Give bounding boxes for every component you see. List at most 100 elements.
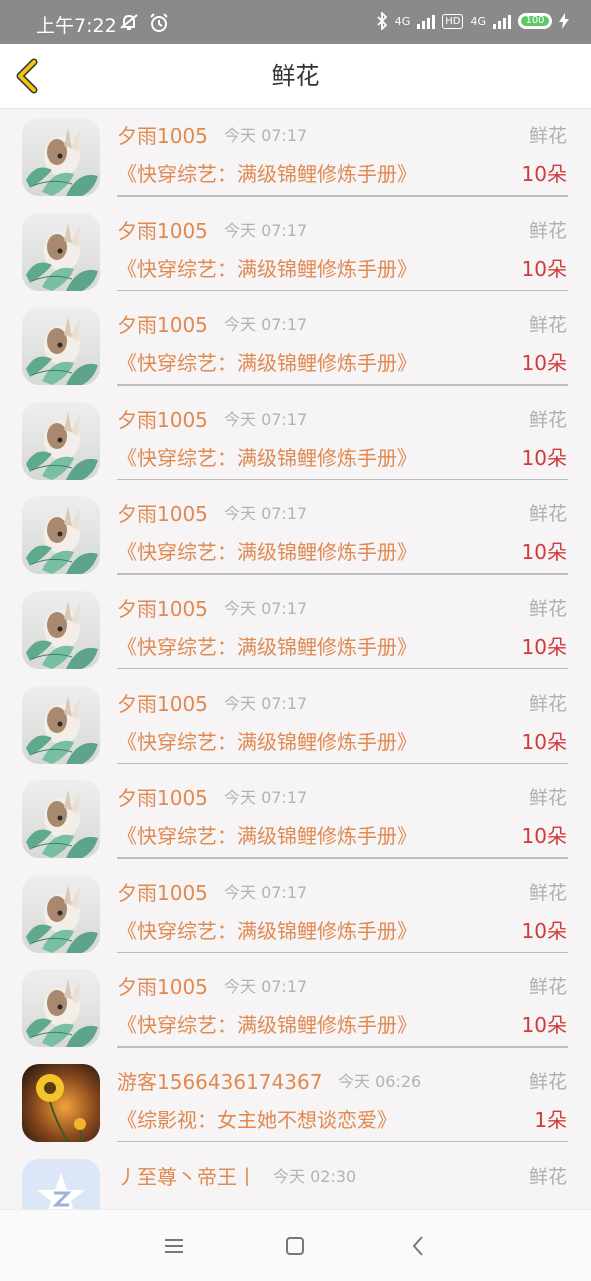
- avatar[interactable]: [22, 874, 100, 953]
- book-title[interactable]: 《快穿综艺：满级锦鲤修炼手册》: [117, 918, 417, 944]
- bluetooth-icon: [377, 12, 387, 30]
- user-name[interactable]: 丿至尊丶帝王丨: [117, 1164, 257, 1190]
- gift-type: 鲜花: [528, 976, 567, 999]
- user-name[interactable]: 夕雨1005: [117, 880, 208, 906]
- user-name[interactable]: 夕雨1005: [117, 785, 208, 811]
- system-nav-bar: [0, 1209, 591, 1281]
- row-divider: [117, 951, 568, 954]
- user-name[interactable]: 夕雨1005: [117, 123, 208, 149]
- gift-type: 鲜花: [528, 787, 567, 810]
- book-title[interactable]: 《快穿综艺：满级锦鲤修炼手册》: [117, 823, 417, 849]
- row-divider: [117, 573, 568, 575]
- timestamp: 今天 07:17: [224, 598, 308, 618]
- gift-type: 鲜花: [528, 125, 567, 147]
- gift-type: 鲜花: [528, 597, 567, 620]
- list-item[interactable]: 夕雨1005 今天 07:17 鲜花《快穿综艺：满级锦鲤修炼手册》 10朵: [0, 582, 591, 677]
- avatar[interactable]: [22, 1063, 100, 1142]
- user-name[interactable]: 夕雨1005: [117, 407, 208, 433]
- book-title[interactable]: 《快穿综艺：满级锦鲤修炼手册》: [117, 350, 417, 376]
- avatar[interactable]: [22, 685, 100, 764]
- gift-count: 10朵: [521, 1013, 567, 1038]
- signal-icon-2: [493, 13, 511, 29]
- gift-count: 10朵: [521, 162, 567, 186]
- page-title: 鲜花: [271, 62, 320, 90]
- user-name[interactable]: 夕雨1005: [117, 596, 208, 622]
- row-divider: [117, 195, 568, 197]
- avatar[interactable]: [22, 780, 100, 859]
- avatar[interactable]: [22, 1158, 100, 1209]
- list-item[interactable]: 夕雨1005 今天 07:17 鲜花 《快穿综艺：满级锦鲤修炼手册》 10朵: [0, 487, 591, 582]
- timestamp: 今天 07:17: [224, 882, 308, 902]
- list-item[interactable]: 夕雨1005 今天 07:17 鲜花《快穿综艺：满级锦鲤修炼手册》 10朵: [0, 866, 591, 961]
- list-item[interactable]: 夕雨1005 今天 07:17 鲜花《快穿综艺：满级锦鲤修炼手册》 10朵: [0, 109, 591, 204]
- timestamp: 今天 07:17: [224, 788, 308, 808]
- list-item[interactable]: 夕雨1005 今天 07:17 鲜花 《快穿综艺：满级锦鲤修炼手册》 10朵: [0, 298, 591, 393]
- avatar[interactable]: [22, 969, 100, 1048]
- book-title[interactable]: 《快穿综艺：满级锦鲤修炼手册》: [117, 161, 417, 187]
- status-bar: 上午7:22 4G HD 4G 100: [0, 0, 591, 44]
- gift-type: 鲜花: [528, 503, 567, 526]
- gift-type: 鲜花: [528, 692, 567, 715]
- book-title[interactable]: 《快穿综艺：满级锦鲤修炼手册》: [117, 729, 417, 755]
- list-item[interactable]: 夕雨1005 今天 07:17 鲜花 《快穿综艺：满级锦鲤修炼手册》 10朵: [0, 677, 591, 772]
- avatar[interactable]: [22, 118, 100, 196]
- app-header: 鲜花: [0, 44, 591, 109]
- gift-count: 1朵: [534, 1107, 567, 1132]
- book-title[interactable]: 《快穿综艺：满级锦鲤修炼手册》: [117, 634, 417, 660]
- book-title[interactable]: 《综影视：女主她不想谈恋爱》: [117, 1107, 397, 1133]
- book-title[interactable]: 《快穿综艺：满级锦鲤修炼手册》: [117, 445, 417, 471]
- user-name[interactable]: 夕雨1005: [117, 501, 208, 527]
- list-item[interactable]: 夕雨1005 今天 07:17 鲜花《快穿综艺：满级锦鲤修炼手册》 10朵: [0, 771, 591, 866]
- timestamp: 今天 07:17: [224, 504, 308, 524]
- user-name[interactable]: 夕雨1005: [117, 974, 208, 1000]
- back-triangle-icon: [412, 1236, 423, 1256]
- row-divider: [117, 1046, 568, 1048]
- gift-count: 10朵: [521, 634, 567, 659]
- timestamp: 今天 06:26: [338, 1071, 422, 1091]
- list-item[interactable]: 夕雨1005 今天 07:17 鲜花《快穿综艺：满级锦鲤修炼手册》 10朵: [0, 960, 591, 1055]
- nav-back-button[interactable]: [405, 1232, 433, 1260]
- book-title[interactable]: 《快穿综艺：满级锦鲤修炼手册》: [117, 256, 417, 282]
- gift-type: 鲜花: [528, 881, 567, 904]
- book-title[interactable]: 《快穿综艺：满级锦鲤修炼手册》: [117, 1012, 417, 1038]
- timestamp: 今天 07:17: [224, 220, 308, 240]
- row-divider: [117, 762, 568, 765]
- avatar[interactable]: [22, 212, 100, 291]
- flower-record-list[interactable]: 夕雨1005 今天 07:17 鲜花 《快穿综艺：满级锦鲤修炼手册》 10朵 夕雨100…: [0, 109, 591, 1209]
- avatar[interactable]: [22, 401, 100, 480]
- timestamp: 今天 07:17: [224, 977, 308, 997]
- row-divider: [117, 384, 568, 386]
- list-item[interactable]: 游客1566436174367 今天 06:26 鲜花 《综影视：女主她不想谈恋爱》 1…: [0, 1055, 591, 1150]
- network-4g-label-2: 4G: [470, 14, 486, 28]
- row-divider: [117, 478, 568, 481]
- gift-type: 鲜花: [528, 408, 567, 431]
- battery-level: 100: [521, 16, 549, 26]
- gift-count: 10朵: [521, 256, 567, 281]
- battery-icon: 100: [518, 13, 552, 29]
- gift-count: 10朵: [521, 351, 567, 376]
- charging-icon: [559, 13, 569, 29]
- avatar[interactable]: [22, 590, 100, 669]
- gift-count: 10朵: [521, 918, 567, 943]
- hd-icon: HD: [442, 13, 464, 29]
- list-item[interactable]: 丿至尊丶帝王丨 今天 02:30 鲜花: [0, 1150, 591, 1209]
- home-button[interactable]: [281, 1232, 309, 1260]
- avatar[interactable]: [22, 307, 100, 386]
- timestamp: 今天 07:17: [224, 409, 308, 429]
- gift-count: 10朵: [521, 824, 567, 849]
- list-item[interactable]: 夕雨1005 今天 07:17 鲜花 《快穿综艺：满级锦鲤修炼手册》 10朵: [0, 393, 591, 488]
- avatar[interactable]: [22, 496, 100, 575]
- user-name[interactable]: 夕雨1005: [117, 691, 208, 717]
- gift-type: 鲜花: [528, 1165, 567, 1188]
- user-name[interactable]: 夕雨1005: [117, 218, 208, 244]
- menu-button[interactable]: [160, 1232, 188, 1260]
- timestamp: 今天 07:17: [224, 315, 308, 335]
- user-name[interactable]: 游客1566436174367: [117, 1069, 322, 1095]
- list-item[interactable]: 夕雨1005 今天 07:17 鲜花 《快穿综艺：满级锦鲤修炼手册》 10朵: [0, 204, 591, 299]
- user-name[interactable]: 夕雨1005: [117, 312, 208, 338]
- row-divider: [117, 289, 568, 292]
- home-square-icon: [286, 1237, 304, 1255]
- book-title[interactable]: 《快穿综艺：满级锦鲤修炼手册》: [117, 539, 417, 565]
- timestamp: 今天 07:17: [224, 126, 308, 145]
- timestamp: 今天 02:30: [273, 1166, 357, 1186]
